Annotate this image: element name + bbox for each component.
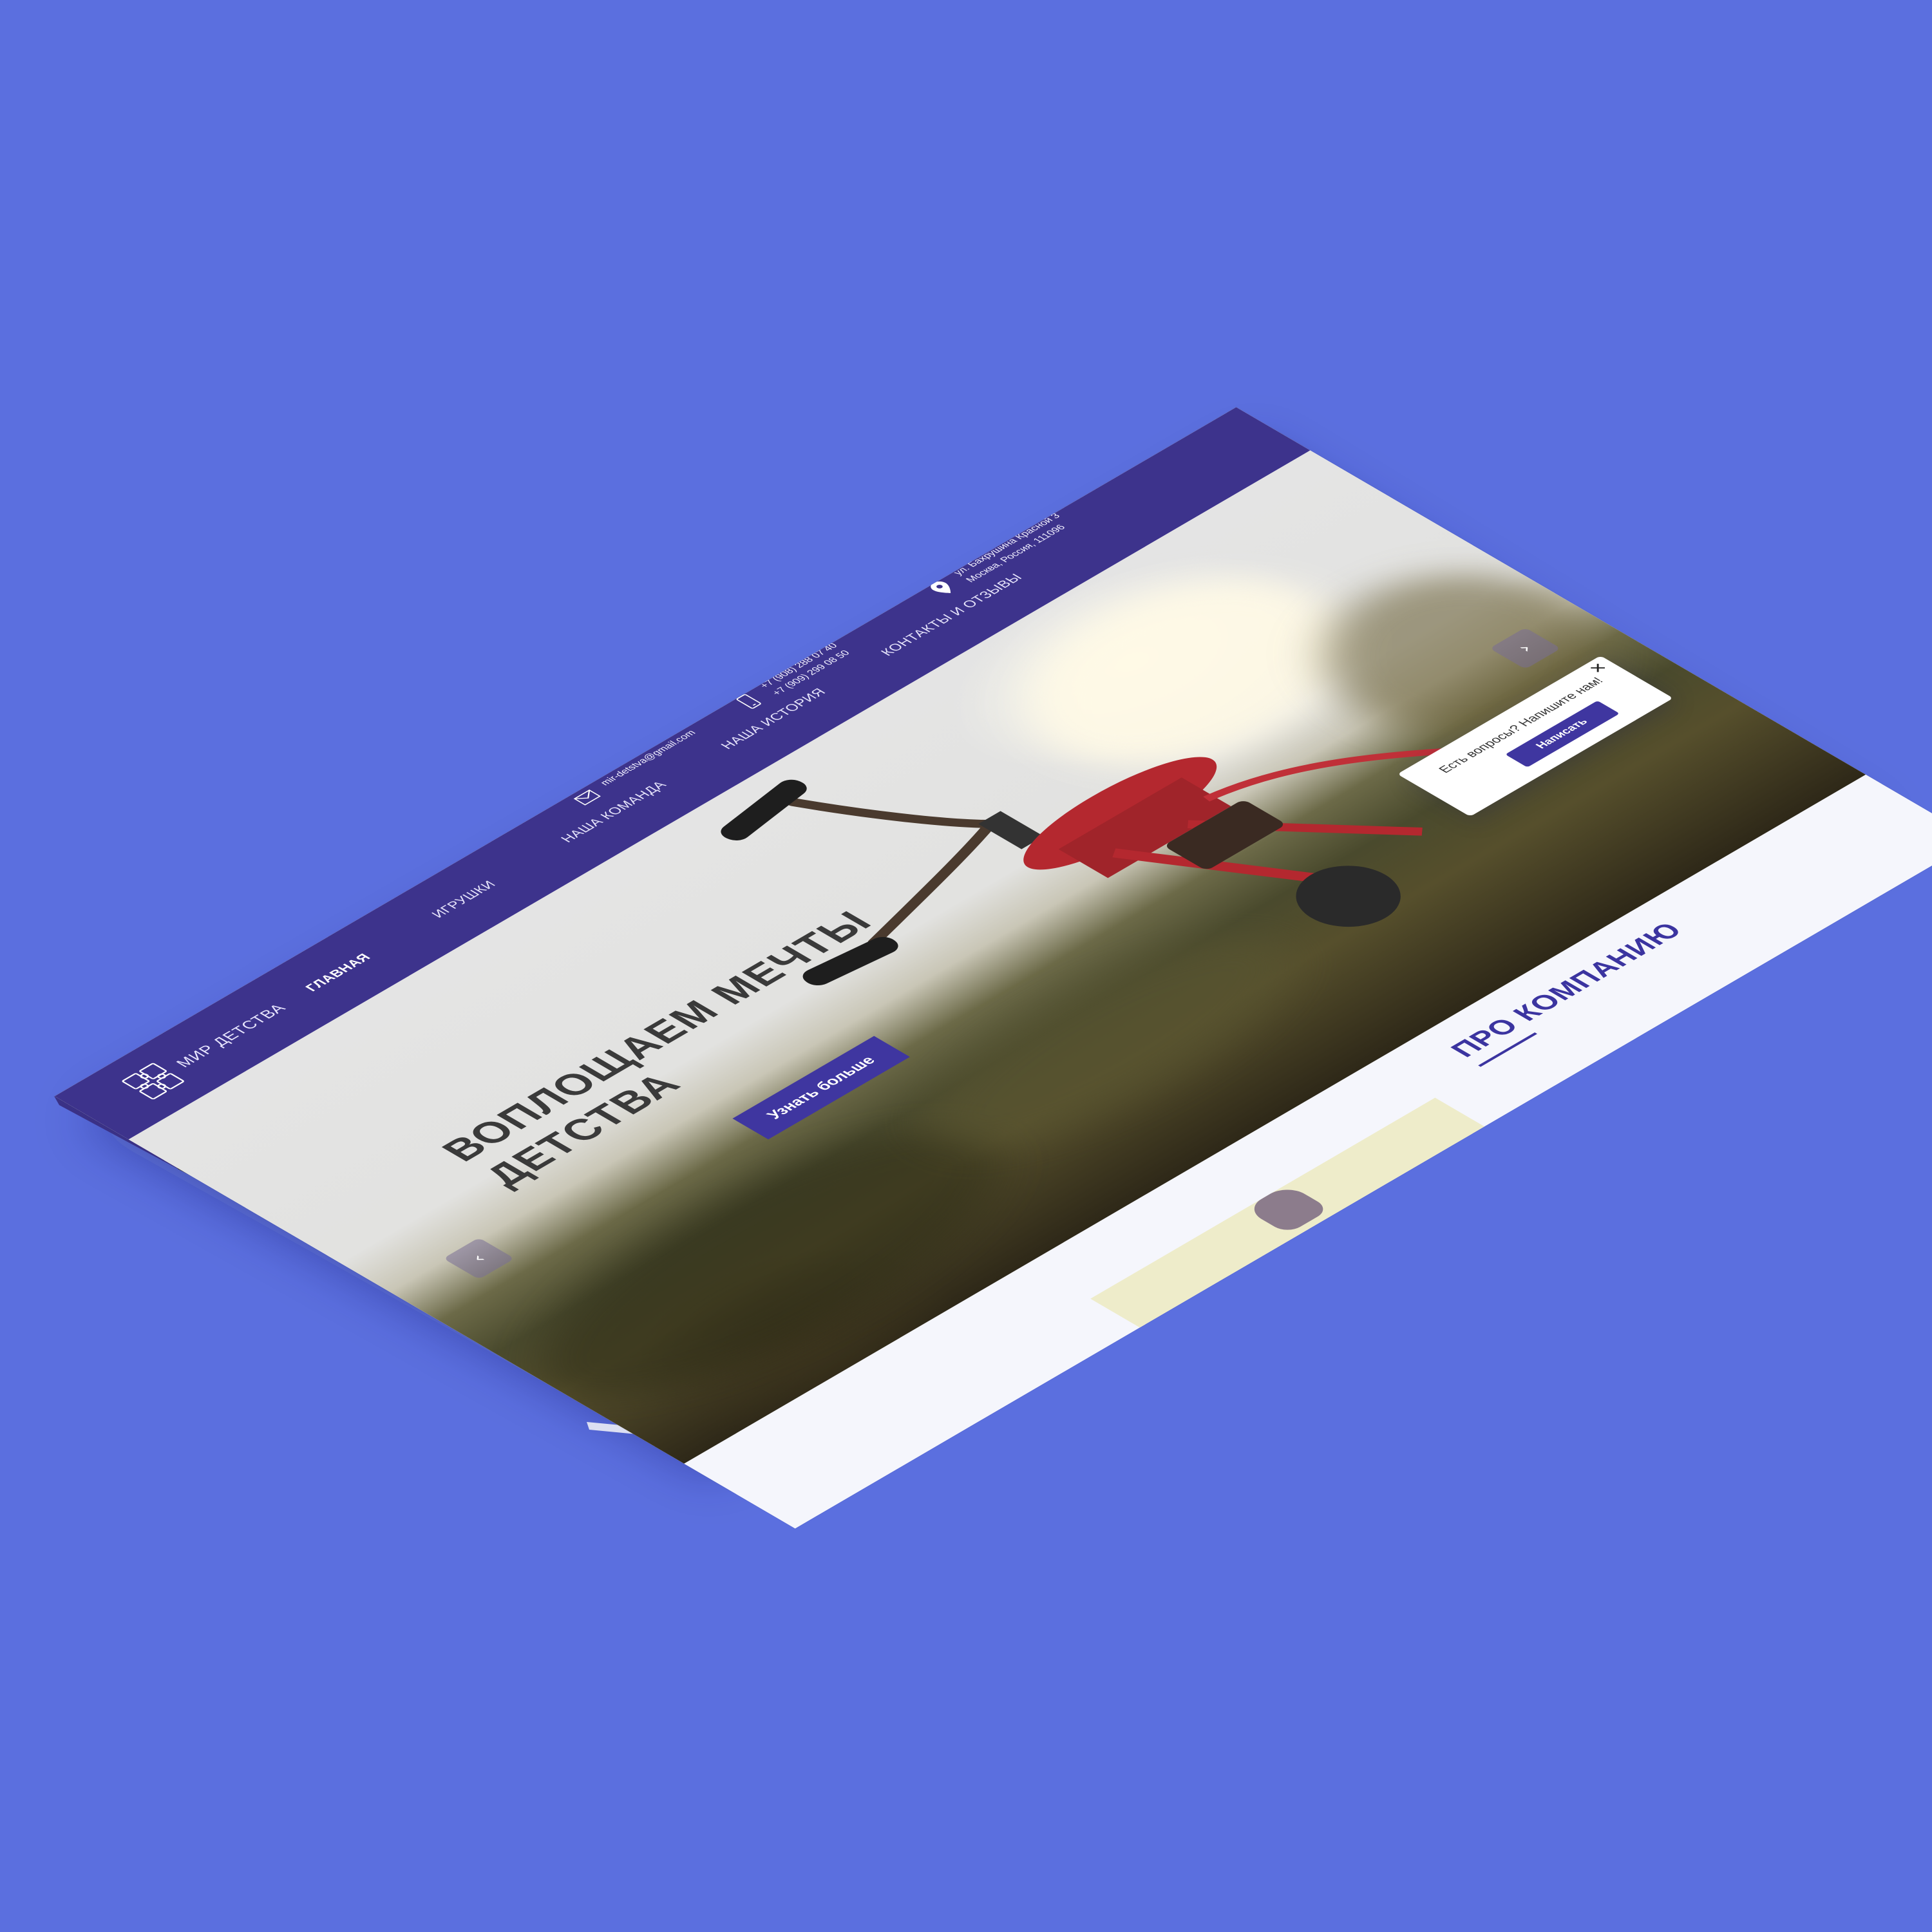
chevron-right-icon: › [1512, 641, 1538, 656]
chevron-left-icon: ‹ [466, 1251, 492, 1266]
envelope-icon [573, 789, 601, 806]
nav-item-toys[interactable]: ИГРУШКИ [429, 879, 500, 921]
email-text: mir-detstva@gmail.com [597, 728, 698, 787]
nav-item-home[interactable]: ГЛАВНАЯ [303, 952, 375, 994]
close-icon[interactable]: ✕ [1586, 661, 1613, 676]
website-page: МИР ДЕТСТВА ГЛАВНАЯ ИГРУШКИ НАША КОМАНДА… [54, 407, 1932, 1529]
location-pin-icon [931, 581, 951, 593]
phone-contact[interactable]: +7 (908) 288 07 40 +7 (909) 299 08 50 [736, 641, 853, 709]
address-line-1: ул. Бахрушина Красной 3 [951, 511, 1063, 577]
address-line-2: Москва, Россия, 111096 [963, 522, 1068, 584]
